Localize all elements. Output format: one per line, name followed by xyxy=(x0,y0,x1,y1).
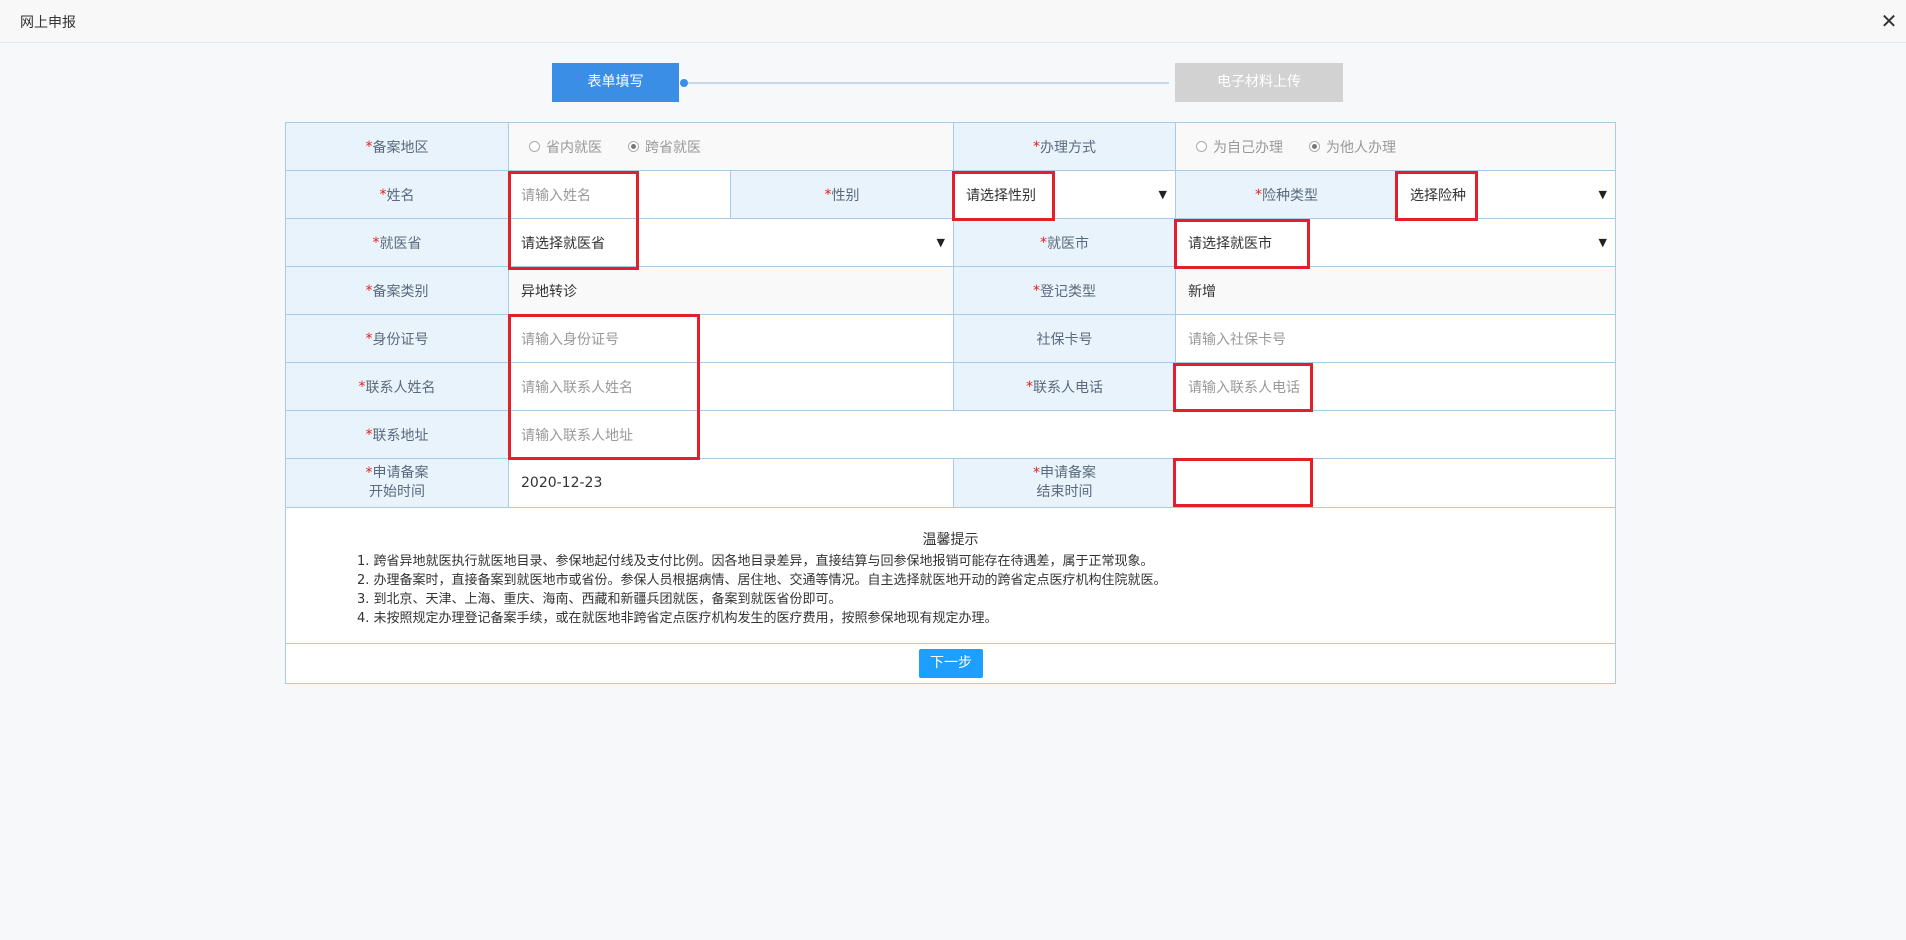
province-select[interactable]: 请选择就医省 ▼ xyxy=(509,219,954,267)
form-footer: 下一步 xyxy=(286,644,1615,683)
insurance-label: * 险种类型 xyxy=(1176,171,1398,219)
category-label: * 备案类别 xyxy=(286,267,509,315)
radio-icon[interactable] xyxy=(529,141,540,152)
address-input[interactable]: 请输入联系人地址 xyxy=(509,411,1615,459)
caret-down-icon: ▼ xyxy=(1158,188,1167,201)
name-input[interactable]: 请输入姓名 xyxy=(509,171,731,219)
start-date-input[interactable]: 2020-12-23 xyxy=(509,459,954,508)
method-label: * 办理方式 xyxy=(954,123,1176,171)
category-value: 异地转诊 xyxy=(509,267,954,315)
social-card-input[interactable]: 请输入社保卡号 xyxy=(1176,315,1615,363)
tip-line: 4. 未按照规定办理登记备案手续，或在就医地非跨省定点医疗机构发生的医疗费用，按… xyxy=(357,611,998,626)
radio-selected-icon[interactable] xyxy=(628,141,639,152)
tips-panel: 温馨提示 1. 跨省异地就医执行就医地目录、参保地起付线及支付比例。因各地目录差… xyxy=(286,508,1615,644)
area-option-in-province[interactable]: 省内就医 xyxy=(529,137,602,157)
declaration-form: * 备案地区 省内就医 跨省就医 * 办理方式 为自己办理 为他人办理 * 姓名 请输… xyxy=(285,122,1616,684)
contact-phone-label: * 联系人电话 xyxy=(954,363,1176,411)
contact-phone-input[interactable]: 请输入联系人电话 xyxy=(1176,363,1615,411)
name-label: * 姓名 xyxy=(286,171,509,219)
id-label: * 身份证号 xyxy=(286,315,509,363)
gender-select[interactable]: 请选择性别 ▼ xyxy=(954,171,1176,219)
radio-icon[interactable] xyxy=(1196,141,1207,152)
method-option-self[interactable]: 为自己办理 xyxy=(1196,137,1283,157)
close-icon[interactable]: ✕ xyxy=(1878,10,1900,32)
end-time-label: *申请备案 结束时间 xyxy=(954,459,1176,508)
method-option-others[interactable]: 为他人办理 xyxy=(1309,137,1396,157)
area-option-cross-province[interactable]: 跨省就医 xyxy=(628,137,701,157)
address-label: * 联系地址 xyxy=(286,411,509,459)
step-upload-materials[interactable]: 电子材料上传 xyxy=(1175,63,1343,102)
card-label: 社保卡号 xyxy=(954,315,1176,363)
city-label: * 就医市 xyxy=(954,219,1176,267)
window-title: 网上申报 xyxy=(20,15,76,31)
step-form-fill[interactable]: 表单填写 xyxy=(552,63,679,102)
province-label: * 就医省 xyxy=(286,219,509,267)
end-date-input[interactable] xyxy=(1176,459,1615,508)
city-select[interactable]: 请选择就医市 ▼ xyxy=(1176,219,1615,267)
caret-down-icon: ▼ xyxy=(1598,188,1607,201)
tips-title: 温馨提示 xyxy=(922,532,979,548)
tip-line: 1. 跨省异地就医执行就医地目录、参保地起付线及支付比例。因各地目录差异，直接结… xyxy=(357,554,1154,569)
tip-line: 2. 办理备案时，直接备案到就医地市或省份。参保人员根据病情、居住地、交通等情况… xyxy=(357,573,1167,588)
contact-name-label: * 联系人姓名 xyxy=(286,363,509,411)
tip-line: 3. 到北京、天津、上海、重庆、海南、西藏和新疆兵团就医，备案到就医省份即可。 xyxy=(357,592,842,607)
reg-type-label: * 登记类型 xyxy=(954,267,1176,315)
next-step-button[interactable]: 下一步 xyxy=(919,649,983,678)
area-radio-group: 省内就医 跨省就医 xyxy=(509,123,954,171)
step-progress-dot xyxy=(680,79,688,87)
area-label: * 备案地区 xyxy=(286,123,509,171)
insurance-select[interactable]: 选择险种 ▼ xyxy=(1398,171,1615,219)
method-radio-group: 为自己办理 为他人办理 xyxy=(1176,123,1615,171)
radio-selected-icon[interactable] xyxy=(1309,141,1320,152)
caret-down-icon: ▼ xyxy=(1598,236,1607,249)
contact-name-input[interactable]: 请输入联系人姓名 xyxy=(509,363,954,411)
id-number-input[interactable]: 请输入身份证号 xyxy=(509,315,954,363)
reg-type-value: 新增 xyxy=(1176,267,1615,315)
caret-down-icon: ▼ xyxy=(936,236,945,249)
start-time-label: *申请备案 开始时间 xyxy=(286,459,509,508)
window-titlebar: 网上申报 ✕ xyxy=(0,0,1906,43)
gender-label: * 性别 xyxy=(731,171,954,219)
step-progress-line xyxy=(688,82,1169,84)
